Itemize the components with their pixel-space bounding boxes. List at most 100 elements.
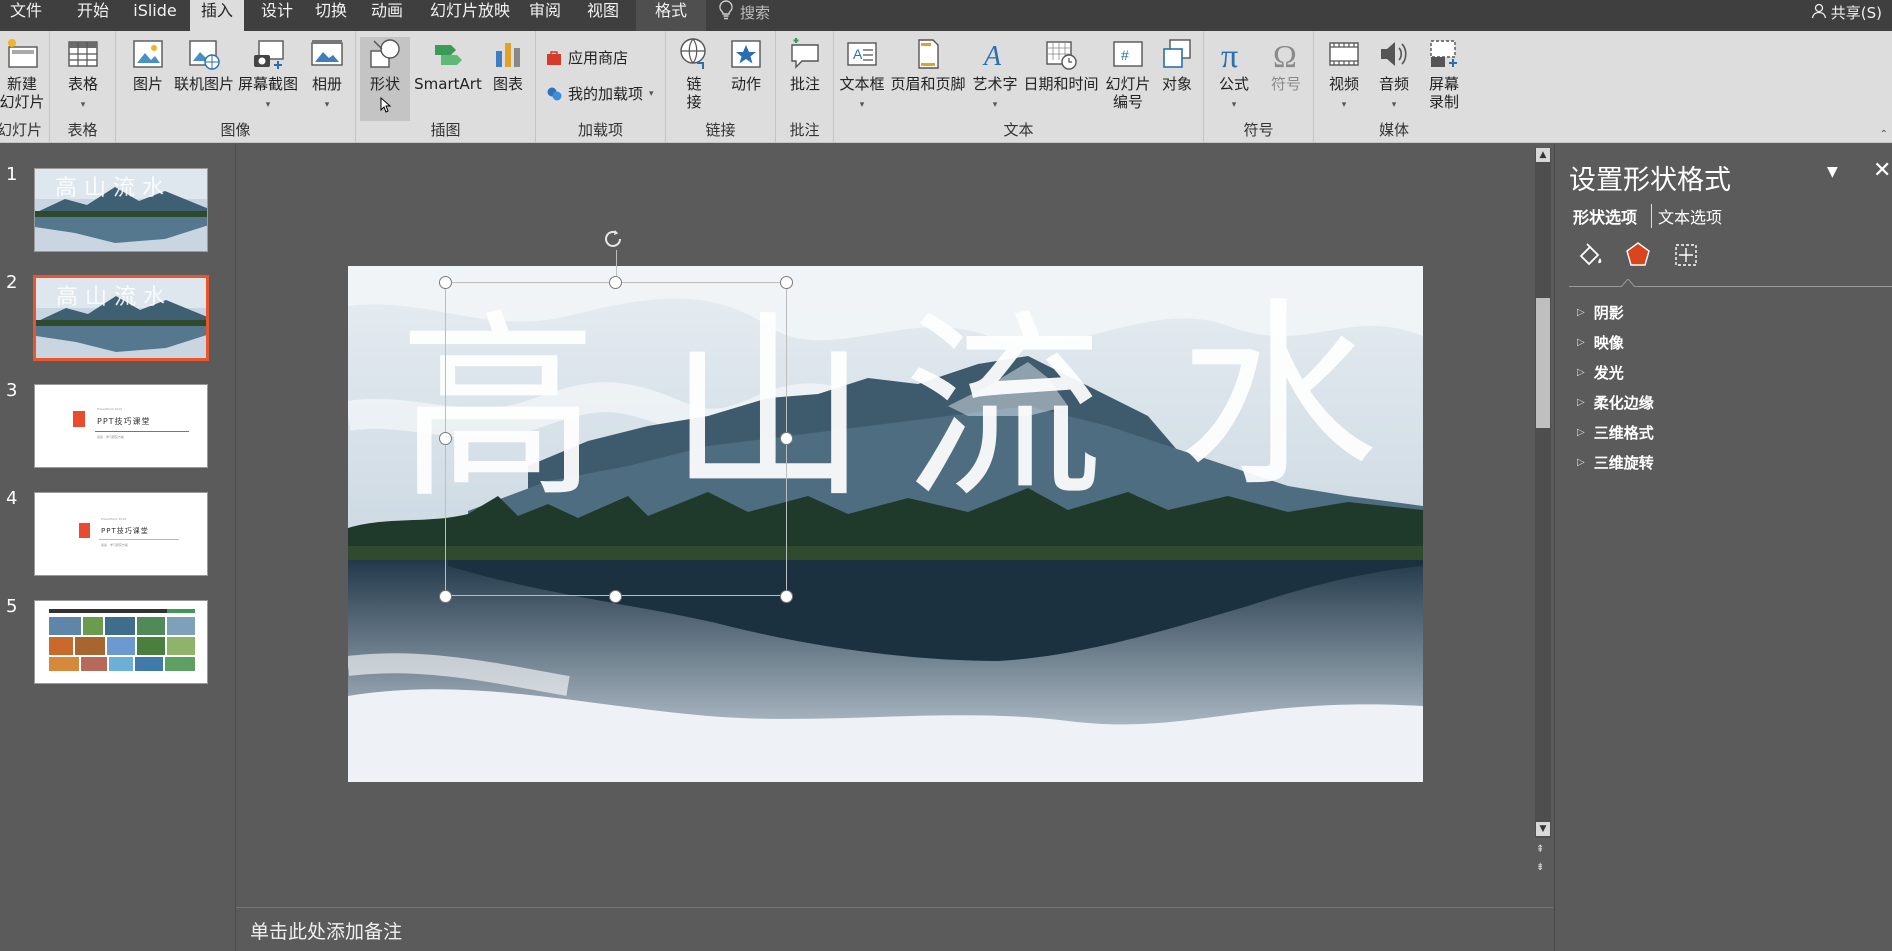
shapes-button[interactable]: 形状: [360, 37, 410, 121]
wordart-button[interactable]: A 艺术字 ▾: [970, 37, 1020, 111]
photo-grid-thumbnail-image: [35, 601, 207, 683]
group-label-media: 媒体: [1378, 121, 1409, 139]
album-button[interactable]: 相册 ▾: [302, 37, 352, 111]
tab-design[interactable]: 设计: [252, 0, 302, 31]
resize-handle-tr[interactable]: [780, 276, 793, 289]
resize-handle-br[interactable]: [780, 590, 793, 603]
collapse-ribbon-button[interactable]: ⌃: [1880, 129, 1888, 140]
table-button[interactable]: 表格 ▾: [57, 37, 109, 111]
slide-thumbnail-2[interactable]: 高 山 流 水: [33, 275, 209, 361]
screenshot-label: 屏幕截图: [237, 75, 298, 93]
share-button[interactable]: 共享(S): [1811, 2, 1882, 23]
equation-button[interactable]: π 公式 ▾: [1210, 37, 1258, 111]
close-icon[interactable]: ✕: [1873, 158, 1891, 183]
prev-slide-icon[interactable]: ⇞: [1536, 844, 1544, 855]
datetime-button[interactable]: 日期和时间: [1022, 37, 1100, 93]
slide-number-icon: #: [1113, 41, 1143, 67]
rotate-handle[interactable]: [602, 228, 624, 250]
chevron-down-icon: ▾: [324, 100, 330, 110]
pane-options-chevron-icon[interactable]: ▼: [1827, 164, 1838, 180]
scroll-down-arrow-icon[interactable]: ▼: [1536, 822, 1550, 836]
slide-thumbnail-5[interactable]: [34, 600, 208, 684]
vertical-scrollbar[interactable]: ▲ ▼: [1535, 148, 1551, 838]
section-reflection[interactable]: ▷ 映像: [1577, 332, 1624, 353]
scroll-up-arrow-icon[interactable]: ▲: [1536, 148, 1550, 162]
slide-thumbnail-1[interactable]: 高 山 流 水: [34, 168, 208, 252]
resize-handle-bl[interactable]: [439, 590, 452, 603]
section-shadow[interactable]: ▷ 阴影: [1577, 302, 1624, 323]
fill-line-icon[interactable]: [1575, 240, 1605, 270]
link-button[interactable]: 链 接: [672, 37, 716, 111]
tab-format[interactable]: 格式: [636, 0, 706, 31]
group-images: 图片 联机图片 屏幕截图 ▾ 相册 ▾ 图像: [116, 31, 356, 143]
chart-button[interactable]: 图表: [486, 37, 530, 93]
landscape-thumbnail-image: 高 山 流 水: [35, 169, 207, 251]
chart-icon: [496, 43, 520, 67]
section-3d-rotation[interactable]: ▷ 三维旋转: [1577, 452, 1654, 473]
section-3d-format[interactable]: ▷ 三维格式: [1577, 422, 1654, 443]
shape-selection-frame[interactable]: [445, 282, 787, 596]
link-label-1: 链: [686, 75, 702, 93]
symbol-button[interactable]: Ω 符号: [1262, 37, 1310, 93]
thumb4-rule: [99, 539, 179, 540]
header-footer-button[interactable]: 页眉和页脚: [888, 37, 968, 93]
search-placeholder: 搜索: [740, 3, 771, 22]
tab-slideshow[interactable]: 幻灯片放映: [422, 0, 518, 31]
tab-view[interactable]: 视图: [578, 0, 628, 31]
tab-insert[interactable]: 插入: [190, 0, 244, 31]
store-button[interactable]: 应用商店: [546, 47, 628, 68]
resize-handle-tm[interactable]: [609, 276, 622, 289]
comment-button[interactable]: 批注: [779, 37, 831, 93]
resize-handle-bm[interactable]: [609, 590, 622, 603]
ribbon-insert: 新建 幻灯片 幻灯片 表格 ▾ 表格 图片 联机图片 屏幕截图 ▾ 相册 ▾ 图…: [0, 31, 1892, 143]
tab-home[interactable]: 开始: [64, 0, 122, 31]
scrollbar-thumb[interactable]: [1536, 298, 1550, 428]
tab-review[interactable]: 审阅: [520, 0, 570, 31]
resize-handle-ml[interactable]: [439, 432, 452, 445]
store-label: 应用商店: [568, 49, 629, 67]
smartart-label: SmartArt: [414, 75, 482, 93]
my-addins-button[interactable]: 我的加载项 ▾: [546, 83, 654, 104]
group-illustrations: 形状 SmartArt 图表 插图: [356, 31, 536, 143]
slide-thumbnail-4[interactable]: PowerPoint 2016 PPT技巧课堂 嘉嘉 · 学习研究方案: [34, 492, 208, 576]
audio-label: 音频: [1378, 75, 1409, 93]
tab-animations[interactable]: 动画: [362, 0, 412, 31]
tab-shape-options[interactable]: 形状选项: [1573, 204, 1653, 228]
notes-pane[interactable]: 单击此处添加备注: [236, 907, 1553, 951]
effects-pentagon-icon[interactable]: [1623, 240, 1653, 270]
thumb3-sub: 嘉嘉 · 学习研究方案: [97, 435, 124, 439]
tab-text-options[interactable]: 文本选项: [1652, 204, 1722, 228]
resize-handle-tl[interactable]: [439, 276, 452, 289]
online-picture-button[interactable]: 联机图片: [172, 37, 236, 93]
screenshot-button[interactable]: 屏幕截图 ▾: [236, 37, 300, 111]
tab-file[interactable]: 文件: [0, 0, 52, 31]
tab-islide[interactable]: iSlide: [128, 0, 182, 31]
section-glow[interactable]: ▷ 发光: [1577, 362, 1624, 383]
new-slide-button[interactable]: 新建 幻灯片: [0, 37, 48, 111]
next-slide-icon[interactable]: ⇟: [1536, 862, 1544, 873]
picture-button[interactable]: 图片: [126, 37, 170, 93]
datetime-label: 日期和时间: [1023, 75, 1099, 93]
tell-me-search[interactable]: 搜索: [718, 0, 770, 24]
active-tab-notch-icon: [1621, 279, 1635, 287]
audio-button[interactable]: 音频 ▾: [1370, 37, 1418, 111]
comment-icon: [791, 38, 819, 69]
action-button[interactable]: 动作: [722, 37, 770, 93]
screen-record-button[interactable]: 屏幕 录制: [1420, 37, 1468, 111]
section-soft-edges[interactable]: ▷ 柔化边缘: [1577, 392, 1654, 413]
video-button[interactable]: 视频 ▾: [1320, 37, 1368, 111]
object-button[interactable]: 对象: [1154, 37, 1200, 93]
size-properties-icon[interactable]: [1671, 240, 1701, 270]
slide-thumbnail-3[interactable]: PowerPoint 2016 PPT技巧课堂 嘉嘉 · 学习研究方案: [34, 384, 208, 468]
smartart-button[interactable]: SmartArt: [412, 37, 484, 93]
svg-text:Ω: Ω: [1273, 38, 1297, 71]
tab-transitions[interactable]: 切换: [306, 0, 356, 31]
resize-handle-mr[interactable]: [780, 432, 793, 445]
thumb3-small: PowerPoint 2016: [97, 407, 123, 411]
expand-arrow-icon: ▷: [1577, 397, 1585, 408]
slide-number-button[interactable]: # 幻灯片 编号: [1102, 37, 1154, 111]
expand-arrow-icon: ▷: [1577, 457, 1585, 468]
group-slides: 新建 幻灯片 幻灯片: [0, 31, 50, 143]
thumb-number: 5: [6, 596, 18, 617]
textbox-button[interactable]: A 文本框 ▾: [838, 37, 886, 111]
